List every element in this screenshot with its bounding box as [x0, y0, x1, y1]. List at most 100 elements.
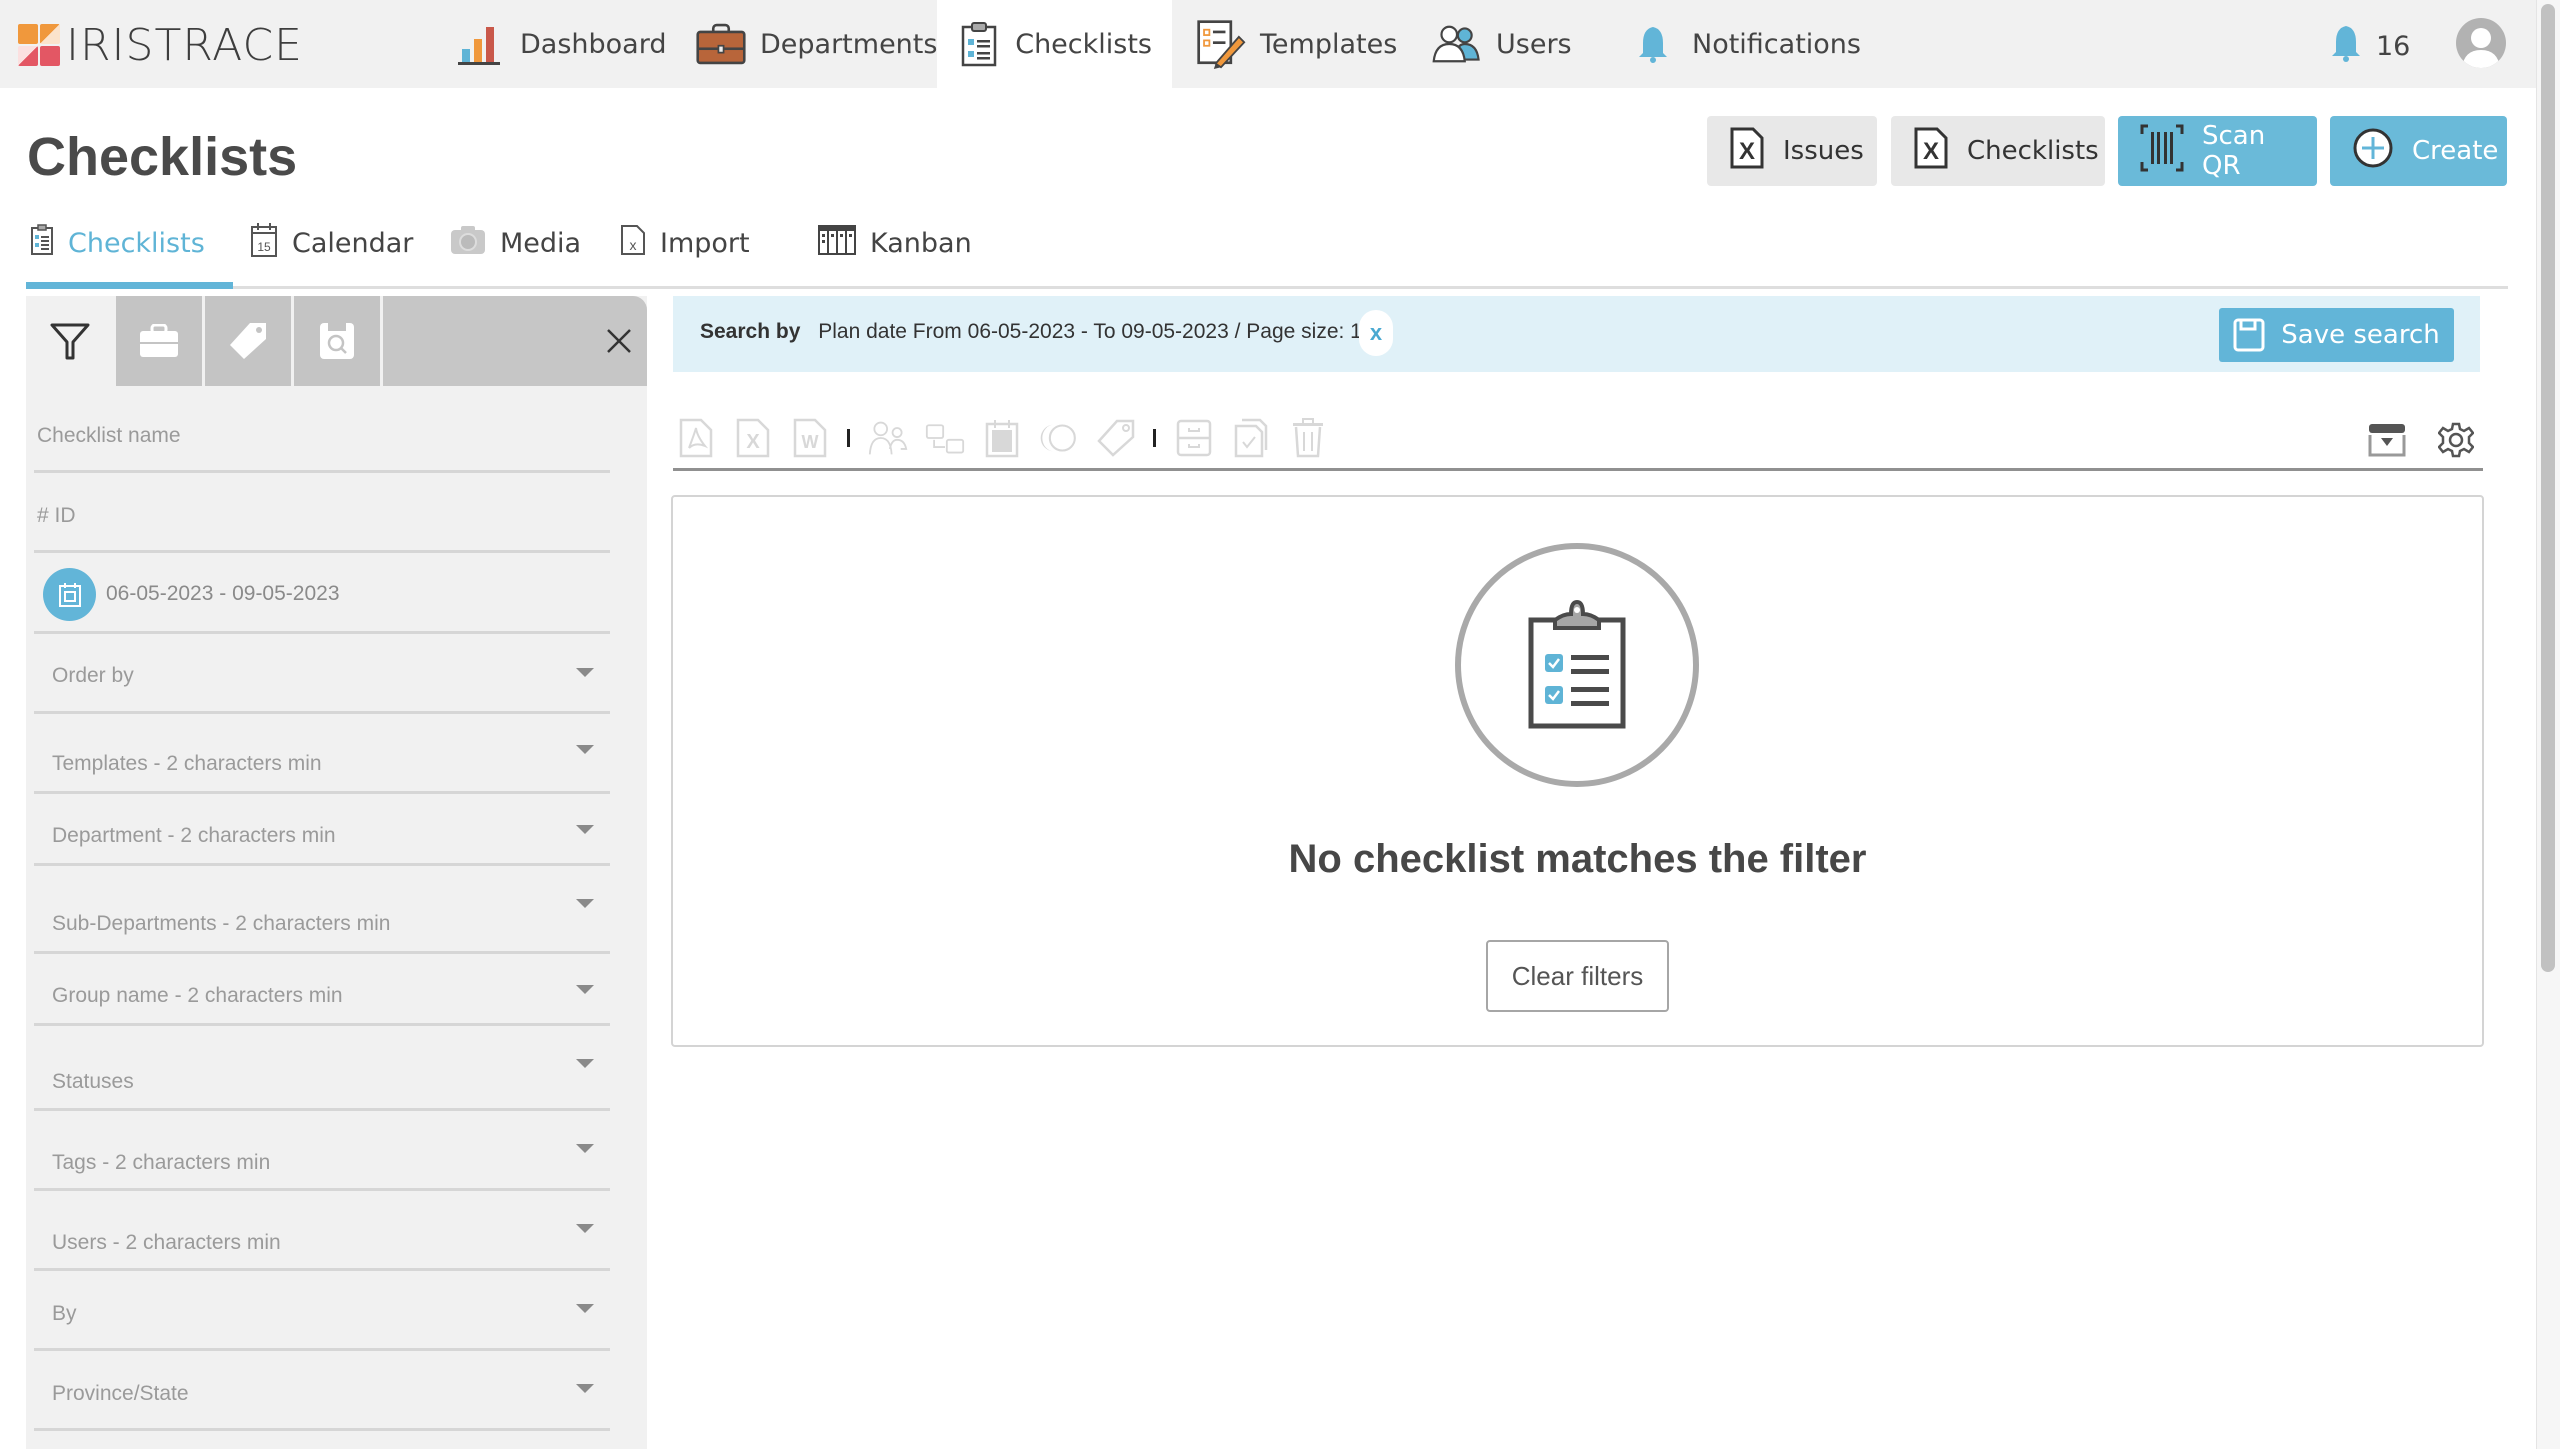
- saved-searches-tab[interactable]: [294, 296, 383, 386]
- province-state-select[interactable]: Province/State: [34, 1351, 610, 1431]
- nav-dashboard[interactable]: Dashboard: [436, 0, 686, 88]
- export-checklists-label: Checklists: [1967, 136, 2099, 166]
- chevron-down-icon: [576, 1059, 594, 1068]
- scan-qr-label: Scan QR: [2202, 121, 2266, 181]
- search-criteria: Plan date From 06-05-2023 - To 09-05-202…: [818, 320, 1374, 343]
- excel-file-icon: X: [1729, 126, 1765, 177]
- province-state-placeholder: Province/State: [52, 1382, 189, 1405]
- subtab-checklists[interactable]: Checklists: [30, 218, 205, 268]
- by-placeholder: By: [52, 1302, 77, 1325]
- subtab-active-indicator: [26, 282, 233, 289]
- templates-select[interactable]: Templates - 2 characters min: [34, 714, 610, 794]
- date-picker-button[interactable]: [43, 568, 96, 621]
- duplicate-approve-icon[interactable]: [1231, 416, 1271, 460]
- departments-filter-tab[interactable]: [116, 296, 205, 386]
- reassign-users-icon[interactable]: [868, 416, 908, 460]
- bar-chart-icon: [456, 19, 506, 69]
- subtab-checklists-label: Checklists: [68, 227, 205, 259]
- filter-tab[interactable]: [26, 296, 116, 386]
- brand-logo[interactable]: IRISTRACE: [18, 20, 303, 71]
- users-select[interactable]: Users - 2 characters min: [34, 1191, 610, 1271]
- notifications-counter[interactable]: 16: [2330, 24, 2410, 69]
- group-name-placeholder: Group name - 2 characters min: [52, 984, 343, 1007]
- nav-departments[interactable]: Departments: [676, 0, 957, 88]
- calendar-icon: 15: [250, 222, 278, 265]
- results-panel: No checklist matches the filter Clear fi…: [671, 495, 2484, 1047]
- active-search-bar: Search by Plan date From 06-05-2023 - To…: [673, 296, 2480, 372]
- export-word-icon[interactable]: W: [790, 416, 830, 460]
- create-label: Create: [2412, 136, 2499, 166]
- empty-state-message: No checklist matches the filter: [1288, 837, 1867, 881]
- bulk-actions-toolbar: X W: [676, 414, 1345, 462]
- user-avatar[interactable]: [2456, 18, 2506, 68]
- nav-notifications[interactable]: Notifications: [1608, 0, 1881, 88]
- clear-filters-button[interactable]: Clear filters: [1486, 940, 1669, 1012]
- chevron-down-icon: [576, 668, 594, 677]
- chevron-down-icon: [576, 985, 594, 994]
- export-pdf-icon[interactable]: [676, 416, 716, 460]
- subtab-kanban[interactable]: Kanban: [818, 218, 972, 268]
- close-filter-panel-button[interactable]: [599, 321, 639, 361]
- expand-collapse-button[interactable]: [2365, 418, 2409, 462]
- id-placeholder: # ID: [37, 504, 76, 527]
- change-status-icon[interactable]: [1039, 416, 1079, 460]
- date-range-value: 06-05-2023 - 09-05-2023: [106, 582, 340, 605]
- order-by-select[interactable]: Order by: [34, 634, 610, 714]
- tags-filter-tab[interactable]: [205, 296, 294, 386]
- chevron-down-icon: [576, 1144, 594, 1153]
- filter-funnel-icon: [50, 323, 89, 360]
- close-icon: [607, 329, 631, 353]
- tags-select[interactable]: Tags - 2 characters min: [34, 1111, 610, 1191]
- tag-icon[interactable]: [1096, 416, 1136, 460]
- nav-checklists[interactable]: Checklists: [937, 0, 1172, 88]
- scrollbar-thumb[interactable]: [2541, 4, 2555, 972]
- subtab-media[interactable]: Media: [450, 218, 581, 268]
- checklist-name-input[interactable]: Checklist name: [34, 406, 610, 473]
- top-navigation: IRISTRACE Dashboard Departments Checklis…: [0, 0, 2536, 88]
- archive-cabinet-icon[interactable]: [1174, 416, 1214, 460]
- group-name-select[interactable]: Group name - 2 characters min: [34, 954, 610, 1026]
- trash-icon[interactable]: [1288, 416, 1328, 460]
- subtabs-divider: [26, 286, 2508, 289]
- clipboard-icon: [30, 223, 54, 263]
- search-summary: Search by Plan date From 06-05-2023 - To…: [700, 320, 1374, 344]
- subtab-import[interactable]: x Import: [620, 218, 750, 268]
- empty-state-illustration: [1455, 543, 1699, 787]
- users-placeholder: Users - 2 characters min: [52, 1231, 281, 1254]
- statuses-select[interactable]: Statuses: [34, 1026, 610, 1111]
- chevron-down-icon: [576, 1224, 594, 1233]
- users-icon: [1432, 19, 1482, 69]
- id-input[interactable]: # ID: [34, 473, 610, 553]
- checklist-name-placeholder: Checklist name: [37, 424, 181, 447]
- scan-qr-button[interactable]: Scan QR: [2118, 116, 2317, 186]
- export-checklists-button[interactable]: X Checklists: [1891, 116, 2105, 186]
- nav-users[interactable]: Users: [1412, 0, 1592, 88]
- reschedule-calendar-icon[interactable]: [982, 416, 1022, 460]
- create-button[interactable]: Create: [2330, 116, 2507, 186]
- save-search-button[interactable]: Save search: [2219, 308, 2454, 362]
- gear-icon: [2438, 422, 2474, 458]
- by-select[interactable]: By: [34, 1271, 610, 1351]
- subtab-import-label: Import: [660, 227, 750, 259]
- tag-icon: [230, 323, 266, 359]
- chevron-down-icon: [576, 1304, 594, 1313]
- export-excel-icon[interactable]: X: [733, 416, 773, 460]
- saved-search-icon: [320, 323, 354, 359]
- notification-count: 16: [2376, 31, 2411, 62]
- sub-departments-select[interactable]: Sub-Departments - 2 characters min: [34, 866, 610, 954]
- save-search-label: Save search: [2281, 320, 2440, 350]
- clear-search-button[interactable]: x: [1359, 310, 1393, 356]
- svg-text:W: W: [802, 432, 819, 452]
- barcode-scan-icon: [2140, 124, 2184, 179]
- subtab-calendar[interactable]: 15 Calendar: [250, 218, 413, 268]
- nav-dashboard-label: Dashboard: [520, 28, 667, 60]
- templates-placeholder: Templates - 2 characters min: [52, 752, 322, 775]
- settings-button[interactable]: [2434, 418, 2478, 462]
- template-edit-icon: [1196, 19, 1246, 69]
- chevron-down-icon: [576, 1384, 594, 1393]
- date-range-input[interactable]: 06-05-2023 - 09-05-2023: [34, 553, 610, 634]
- transfer-department-icon[interactable]: [925, 416, 965, 460]
- nav-templates[interactable]: Templates: [1176, 0, 1417, 88]
- export-issues-button[interactable]: X Issues: [1707, 116, 1877, 186]
- department-select[interactable]: Department - 2 characters min: [34, 794, 610, 866]
